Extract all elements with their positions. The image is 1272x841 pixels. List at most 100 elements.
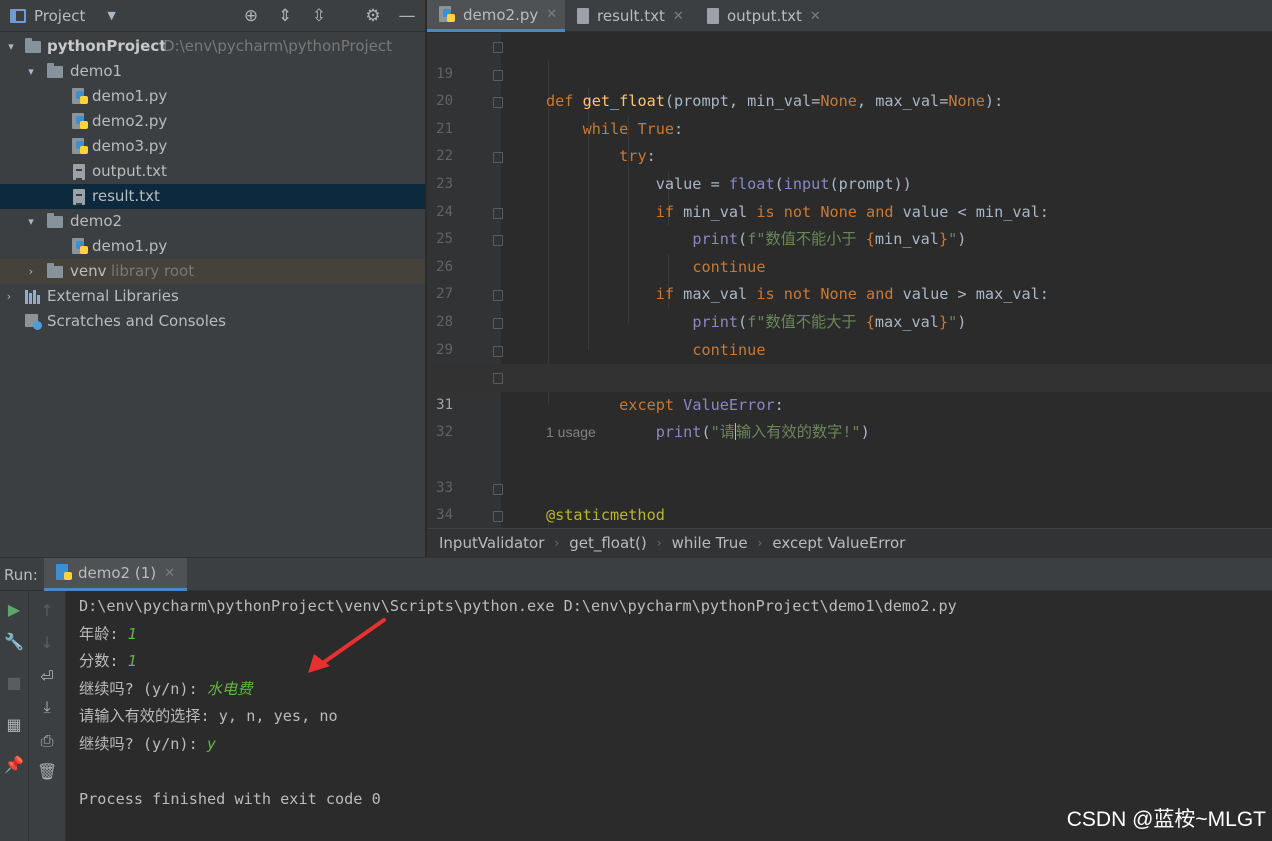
code-line[interactable]: 29 return value — [427, 309, 1272, 386]
soft-wrap-icon[interactable]: ⏎ — [37, 667, 57, 687]
layout-icon[interactable]: ▦ — [4, 715, 24, 735]
tab-result-txt[interactable]: result.txt ✕ — [569, 0, 689, 32]
code-line[interactable]: 26 if max_val is not None and value > ma… — [427, 226, 1272, 303]
code-line[interactable]: 30 except ValueError: — [427, 337, 1272, 414]
print-icon[interactable]: ⎙ — [37, 731, 57, 751]
close-tab-icon[interactable]: ✕ — [164, 566, 175, 581]
chevron-right-icon[interactable]: › — [2, 284, 16, 309]
fold-marker-icon[interactable] — [493, 373, 503, 385]
pin-icon[interactable]: 📌 — [4, 755, 24, 775]
fold-marker-icon[interactable] — [493, 235, 503, 247]
tree-item-label: result.txt — [92, 187, 160, 205]
console-prompt: 分数: — [79, 652, 128, 670]
code-line[interactable]: 34 def get_choice(prompt, valid_choices)… — [427, 475, 1272, 523]
close-tab-icon[interactable]: ✕ — [673, 9, 684, 24]
tree-item-demo1-folder[interactable]: ▾ demo1 — [0, 59, 425, 84]
project-view-icon[interactable] — [10, 8, 26, 23]
tree-item-demo3-py[interactable]: demo3.py — [0, 134, 425, 159]
code-line[interactable]: 33 @staticmethod — [427, 447, 1272, 525]
run-panel-title: Run: — [4, 566, 38, 584]
chevron-down-icon[interactable]: ▾ — [24, 59, 38, 84]
project-panel-toolbar: ⊕ ⇕ ⇳ ⚙ — — [241, 0, 417, 32]
gear-icon[interactable]: ⚙ — [363, 6, 383, 26]
arrow-down-icon[interactable]: ↓ — [37, 633, 57, 653]
code-editor[interactable]: 19 def get_float(prompt, min_val=None, m… — [427, 33, 1272, 528]
code-line-current[interactable]: 31 print("请输入有效的数字!") — [427, 364, 1272, 441]
fold-marker-icon[interactable] — [493, 207, 503, 219]
code-line[interactable]: 25 continue — [427, 199, 1272, 276]
chevron-down-icon[interactable]: ▾ — [4, 34, 18, 59]
rerun-icon[interactable]: ▶ — [4, 600, 24, 620]
project-panel-title[interactable]: Project — [34, 7, 85, 25]
fold-marker-icon[interactable] — [493, 152, 503, 164]
stop-icon[interactable]: ■ — [4, 673, 24, 693]
tab-run-demo2[interactable]: demo2 (1) ✕ — [44, 558, 188, 591]
console-line: 继续吗? (y/n): y — [79, 731, 216, 759]
tab-label: demo2.py — [463, 5, 539, 24]
fold-marker-icon[interactable] — [493, 483, 503, 495]
fold-marker-icon[interactable] — [493, 290, 503, 302]
close-tab-icon[interactable]: ✕ — [810, 9, 821, 24]
code-line[interactable]: 21 try: — [427, 88, 1272, 165]
usage-hint[interactable]: 1 usage — [546, 419, 596, 447]
text-file-icon — [73, 189, 85, 205]
fold-marker-icon[interactable] — [493, 42, 503, 53]
folder-icon — [47, 213, 63, 228]
python-file-icon — [72, 88, 88, 106]
tree-item-path: D:\env\pycharm\pythonProject — [163, 37, 393, 55]
hide-panel-icon[interactable]: — — [397, 6, 417, 26]
tree-item-result-txt[interactable]: result.txt — [0, 184, 425, 209]
tree-item-demo2-py[interactable]: demo2.py — [0, 109, 425, 134]
expand-all-icon[interactable]: ⇕ — [275, 6, 295, 26]
code-line[interactable]: 23 if min_val is not None and value < mi… — [427, 143, 1272, 221]
console-line: 继续吗? (y/n): 水电费 — [79, 676, 252, 704]
code-line[interactable]: 28 continue — [427, 281, 1272, 359]
fold-marker-icon[interactable] — [493, 318, 503, 329]
python-file-icon — [72, 138, 88, 156]
library-icon — [25, 290, 43, 304]
chevron-down-icon[interactable]: ▾ — [24, 209, 38, 234]
trash-icon[interactable]: 🗑 — [37, 762, 57, 782]
fold-marker-icon[interactable] — [493, 511, 503, 523]
tree-item-label: Scratches and Consoles — [47, 312, 226, 330]
tree-item-demo1-py[interactable]: demo1.py — [0, 84, 425, 109]
code-line[interactable]: 27 print(f"数值不能大于 {max_val}") — [427, 254, 1272, 331]
tree-item-pythonproject[interactable]: ▾ pythonProject D:\env\pycharm\pythonPro… — [0, 34, 425, 59]
console-line: D:\env\pycharm\pythonProject\venv\Script… — [79, 597, 957, 615]
tab-demo2-py[interactable]: demo2.py ✕ — [427, 0, 565, 32]
fold-marker-icon[interactable] — [493, 345, 503, 357]
tree-item-label: demo1.py — [92, 87, 168, 105]
fold-marker-icon[interactable] — [493, 97, 503, 109]
folder-icon — [47, 263, 63, 278]
run-secondary-toolbar: ↑ ↓ ⏎ ⤓ ⎙ 🗑 — [29, 591, 66, 841]
folder-icon — [47, 63, 63, 78]
code-line[interactable]: 32 — [427, 392, 1272, 440]
breadcrumb-item[interactable]: get_float() — [569, 534, 647, 552]
code-line[interactable]: 35 while True: — [427, 502, 1272, 528]
tree-item-demo2-folder[interactable]: ▾ demo2 — [0, 209, 425, 234]
fold-marker-icon[interactable] — [493, 69, 503, 81]
code-line[interactable]: 19 def get_float(prompt, min_val=None, m… — [427, 33, 1272, 110]
view-mode-dropdown-icon[interactable]: ▼ — [107, 9, 115, 22]
arrow-up-icon[interactable]: ↑ — [37, 601, 57, 621]
wrench-icon[interactable]: 🔧 — [4, 632, 24, 652]
code-line[interactable]: 22 value = float(input(prompt)) — [427, 116, 1272, 193]
breadcrumb-separator-icon: › — [757, 536, 763, 550]
tree-item-demo2-demo1-py[interactable]: demo1.py — [0, 234, 425, 259]
collapse-all-icon[interactable]: ⇳ — [309, 6, 329, 26]
breadcrumb-item[interactable]: InputValidator — [439, 534, 544, 552]
scroll-to-end-icon[interactable]: ⤓ — [37, 697, 57, 717]
breadcrumb-item[interactable]: except ValueError — [772, 534, 905, 552]
close-tab-icon[interactable]: ✕ — [546, 7, 557, 22]
tree-item-venv[interactable]: › venv library root — [0, 259, 425, 284]
tab-output-txt[interactable]: output.txt ✕ — [697, 0, 827, 32]
tree-item-scratches[interactable]: Scratches and Consoles — [0, 309, 425, 334]
tree-item-external-libraries[interactable]: › External Libraries — [0, 284, 425, 309]
tree-item-output-txt[interactable]: output.txt — [0, 159, 425, 184]
code-line[interactable]: 20 while True: — [427, 61, 1272, 138]
text-caret — [734, 423, 736, 441]
locate-file-icon[interactable]: ⊕ — [241, 6, 261, 26]
chevron-right-icon[interactable]: › — [24, 259, 38, 284]
breadcrumb-item[interactable]: while True — [672, 534, 748, 552]
code-line[interactable]: 24 print(f"数值不能小于 {min_val}") — [427, 171, 1272, 249]
